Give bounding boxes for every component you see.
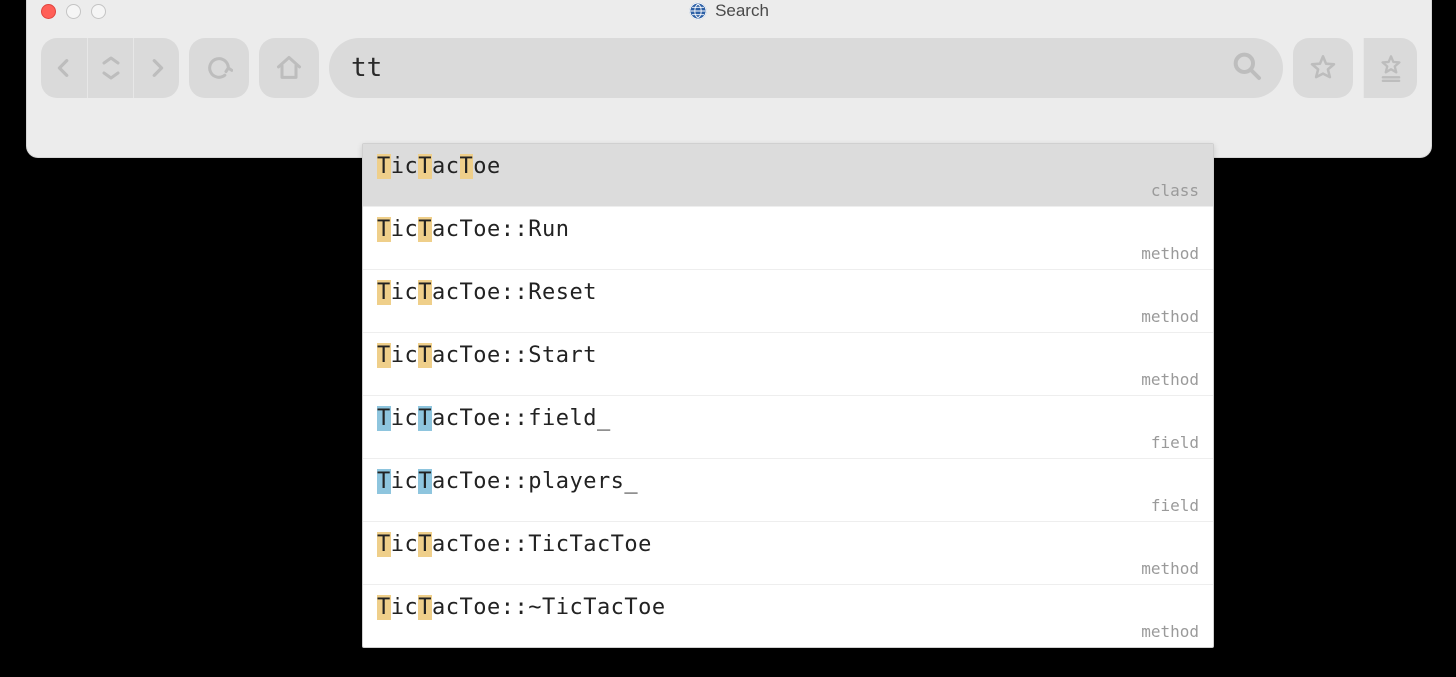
window-title: Search (27, 1, 1431, 21)
search-result-kind: field (377, 433, 1199, 452)
search-result[interactable]: TicTacToe::Startmethod (363, 333, 1213, 396)
search-result-title: TicTacToe::~TicTacToe (377, 595, 1199, 620)
reload-button[interactable] (189, 38, 249, 98)
nav-history-button[interactable] (87, 38, 133, 98)
search-result-title: TicTacToe::field_ (377, 406, 1199, 431)
search-result-kind: field (377, 496, 1199, 515)
search-result-title: TicTacToe (377, 154, 1199, 179)
search-result-title: TicTacToe::Run (377, 217, 1199, 242)
search-result-kind: method (377, 307, 1199, 326)
toolbar (27, 24, 1431, 104)
bookmarks-list-button[interactable] (1363, 38, 1417, 98)
nav-forward-button[interactable] (133, 38, 179, 98)
search-result[interactable]: TicTacToe::Runmethod (363, 207, 1213, 270)
window-title-text: Search (715, 1, 769, 21)
search-result[interactable]: TicTacToe::~TicTacToemethod (363, 585, 1213, 647)
search-input[interactable] (349, 52, 1221, 84)
titlebar: Search (27, 0, 1431, 24)
nav-back-button[interactable] (41, 38, 87, 98)
search-result[interactable]: TicTacToe::Resetmethod (363, 270, 1213, 333)
search-result-kind: method (377, 370, 1199, 389)
search-result-title: TicTacToe::Reset (377, 280, 1199, 305)
search-dropdown: TicTacToeclassTicTacToe::RunmethodTicTac… (362, 143, 1214, 648)
search-result[interactable]: TicTacToe class (363, 144, 1213, 207)
bookmarks-group (1363, 38, 1417, 98)
search-result[interactable]: TicTacToe::TicTacToemethod (363, 522, 1213, 585)
search-result-kind: method (377, 622, 1199, 641)
search-result-title: TicTacToe::players_ (377, 469, 1199, 494)
window: Search (26, 0, 1432, 158)
search-result-title: TicTacToe::TicTacToe (377, 532, 1199, 557)
search-result-kind: class (377, 181, 1199, 200)
bookmark-button[interactable] (1293, 38, 1353, 98)
search-result-kind: method (377, 559, 1199, 578)
search-result-title: TicTacToe::Start (377, 343, 1199, 368)
home-button[interactable] (259, 38, 319, 98)
search-icon[interactable] (1231, 50, 1263, 87)
address-bar[interactable] (329, 38, 1283, 98)
nav-group (41, 38, 179, 98)
search-result[interactable]: TicTacToe::players_field (363, 459, 1213, 522)
search-result-kind: method (377, 244, 1199, 263)
search-result[interactable]: TicTacToe::field_field (363, 396, 1213, 459)
app-icon (689, 2, 707, 20)
